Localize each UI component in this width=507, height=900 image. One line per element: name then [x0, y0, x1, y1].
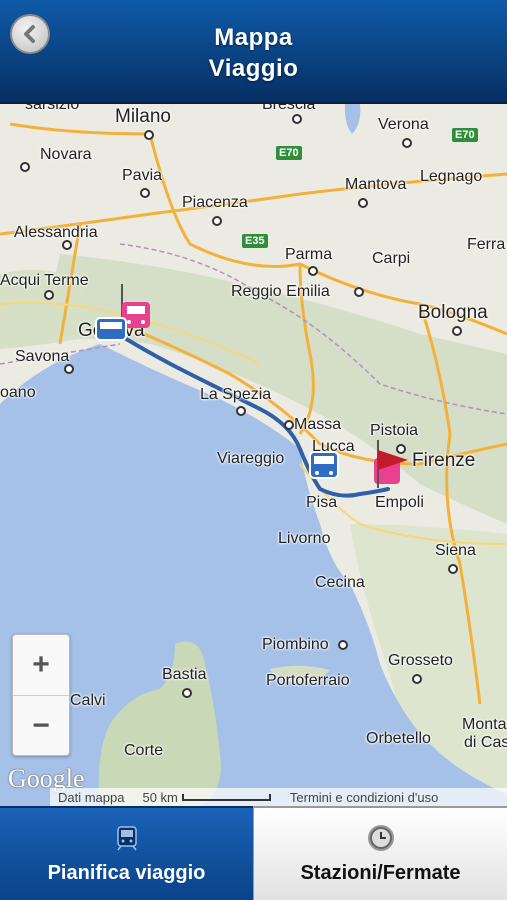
- city-label: Bologna: [418, 302, 488, 323]
- city-label: Portoferraio: [266, 672, 350, 689]
- highway-shield: E35: [242, 234, 268, 248]
- city-label: Pavia: [122, 167, 163, 184]
- city-dot: [212, 216, 222, 226]
- city-label: Piacenza: [182, 194, 248, 211]
- city-label: Acqui Terme: [0, 272, 89, 289]
- city-label: Piombino: [262, 636, 329, 653]
- bottom-tab-bar: Pianifica viaggio Stazioni/Fermate: [0, 806, 507, 900]
- city-dot: [20, 162, 30, 172]
- clock-icon: [367, 824, 394, 851]
- city-dot: [402, 138, 412, 148]
- tab-stations[interactable]: Stazioni/Fermate: [253, 806, 507, 900]
- city-label: Calvi: [70, 692, 106, 709]
- city-label: Pistoia: [370, 422, 419, 439]
- city-label: Viareggio: [217, 450, 285, 467]
- header-bar: Mappa Viaggio: [0, 0, 507, 104]
- city-label: Livorno: [278, 530, 331, 547]
- city-dot: [62, 240, 72, 250]
- city-label: Mantova: [345, 176, 407, 193]
- tab-plan-trip[interactable]: Pianifica viaggio: [0, 806, 253, 900]
- city-label: Firenze: [412, 450, 476, 471]
- city-dot: [64, 364, 74, 374]
- city-dot: [140, 188, 150, 198]
- highway-shield: E70: [276, 146, 302, 160]
- city-label: Bastia: [162, 666, 207, 683]
- zoom-control: + −: [12, 634, 70, 756]
- title-line-1: Mappa: [214, 24, 293, 51]
- city-dot: [144, 130, 154, 140]
- destination-flag-icon[interactable]: [370, 440, 410, 490]
- tab-stations-label: Stazioni/Fermate: [300, 861, 461, 884]
- city-label: Parma: [285, 246, 333, 263]
- city-label: oano: [0, 384, 36, 401]
- city-dot: [308, 266, 318, 276]
- zoom-out-button[interactable]: −: [13, 696, 69, 756]
- city-dot: [354, 287, 364, 297]
- city-label: Carpi: [372, 250, 411, 267]
- city-label: sarsizio: [25, 104, 80, 113]
- city-dot: [236, 406, 246, 416]
- city-label: Siena: [435, 542, 476, 559]
- city-dot: [358, 198, 368, 208]
- city-label: Monta: [462, 716, 507, 733]
- city-label: Massa: [294, 416, 342, 433]
- city-label: Novara: [40, 146, 92, 163]
- city-dot: [292, 114, 302, 124]
- city-label: Ferra: [467, 236, 506, 253]
- map-view[interactable]: E70 E70 E35 sarsizio Milano Novara Pavia…: [0, 104, 507, 806]
- map-data-link[interactable]: Dati mappa: [58, 790, 124, 805]
- city-dot: [182, 688, 192, 698]
- city-label: Milano: [115, 106, 171, 127]
- bus-stop-marker-icon[interactable]: [308, 450, 342, 484]
- terms-link[interactable]: Termini e condizioni d'uso: [290, 790, 438, 805]
- city-label: La Spezia: [200, 386, 272, 403]
- city-dot: [412, 674, 422, 684]
- city-label: Legnago: [420, 168, 483, 185]
- city-dot: [338, 640, 348, 650]
- scale-bar: [181, 794, 271, 801]
- city-dot: [452, 326, 462, 336]
- tab-plan-trip-label: Pianifica viaggio: [47, 861, 206, 884]
- zoom-in-button[interactable]: +: [13, 635, 69, 695]
- city-label: Reggio Emilia: [231, 283, 330, 300]
- city-dot: [448, 564, 458, 574]
- city-label: di Cas: [464, 734, 507, 751]
- bus-marker-icon[interactable]: [94, 316, 130, 346]
- highway-shield: E70: [452, 128, 478, 142]
- train-icon: [116, 825, 137, 850]
- city-dot: [44, 290, 54, 300]
- map-attribution: Dati mappa 50 km Termini e condizioni d'…: [50, 788, 507, 806]
- page-title: Mappa Viaggio: [0, 22, 507, 84]
- city-label: Verona: [378, 116, 429, 133]
- city-label: Grosseto: [388, 652, 453, 669]
- city-label: Orbetello: [366, 730, 431, 747]
- city-label: Corte: [124, 742, 164, 759]
- city-dot: [284, 420, 294, 430]
- title-line-2: Viaggio: [208, 55, 299, 82]
- city-label: Savona: [15, 348, 70, 365]
- city-label: Alessandria: [14, 224, 98, 241]
- city-label: Cecina: [315, 574, 365, 591]
- scale-label: 50 km: [142, 789, 178, 805]
- city-label: Empoli: [375, 494, 424, 511]
- city-label: Pisa: [306, 494, 338, 511]
- city-label: Brescia: [262, 104, 316, 113]
